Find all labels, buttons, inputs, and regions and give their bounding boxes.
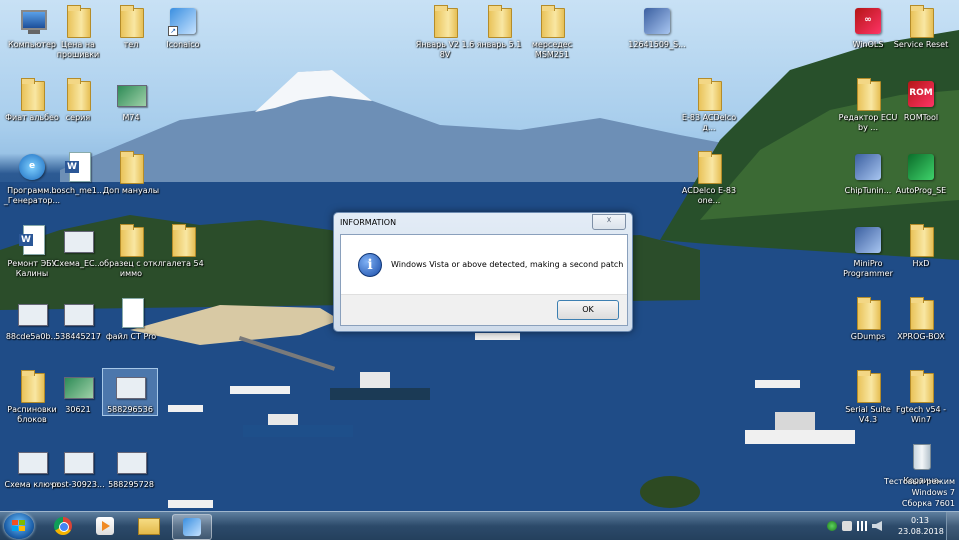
boat-6: [168, 405, 203, 412]
folder-icon: [166, 223, 200, 257]
folder-icon: [851, 296, 885, 330]
folder-icon: [851, 77, 885, 111]
folder-icon: [61, 4, 95, 38]
folder-icon: [904, 4, 938, 38]
romtool-icon: ROM: [904, 77, 938, 111]
taskbar-chrome[interactable]: [44, 514, 82, 538]
windows-logo-icon: [12, 520, 26, 532]
desktop-icon-588296536[interactable]: 588296536: [102, 368, 158, 416]
boat-7: [475, 333, 520, 340]
image-icon: [113, 369, 147, 403]
watermark-line-1: Тестовый режим: [884, 477, 955, 486]
folder-icon: [482, 4, 516, 38]
usb-tray-icon[interactable]: [842, 521, 852, 531]
media-player-icon: [96, 517, 114, 535]
image-icon: [15, 296, 49, 330]
folder-icon: [535, 4, 569, 38]
image-icon: [61, 444, 95, 478]
desktop-icon-e83-acdelco[interactable]: E-83 ACDelco д...: [677, 77, 741, 133]
folder-icon: [904, 223, 938, 257]
recycle-bin-icon: [904, 440, 938, 474]
dialog-footer: OK: [341, 294, 627, 325]
folder-icon: [904, 369, 938, 403]
security-tray-icon[interactable]: [827, 521, 837, 531]
folder-icon: [15, 369, 49, 403]
boat-4: [230, 386, 290, 394]
dialog-message: Windows Vista or above detected, making …: [391, 260, 624, 269]
document-icon: [114, 296, 148, 330]
taskbar: 0:13 23.08.2018: [0, 511, 959, 540]
dialog-title: INFORMATION: [340, 218, 397, 227]
desktop-icon-service-reset[interactable]: Service Reset: [889, 4, 953, 50]
desktop-icon-m74[interactable]: M74: [99, 77, 163, 123]
folder-icon: [61, 77, 95, 111]
folder-icon: [138, 518, 160, 535]
taskbar-iconaico[interactable]: [172, 514, 212, 540]
boat-8: [168, 500, 213, 508]
rocks: [640, 476, 700, 508]
volume-icon[interactable]: [872, 521, 882, 531]
folder-icon: [114, 223, 148, 257]
test-mode-watermark: Тестовый режим Windows 7 Сборка 7601: [884, 476, 955, 509]
image-icon: [114, 444, 148, 478]
ok-button[interactable]: OK: [557, 300, 619, 320]
dialog-body: i Windows Vista or above detected, makin…: [340, 234, 628, 326]
desktop-icon-galeta[interactable]: галета 54: [151, 223, 215, 269]
information-dialog: INFORMATION ☓ i Windows Vista or above d…: [333, 212, 633, 332]
folder-icon: [692, 150, 726, 184]
desktop-icon-acdelco-e83[interactable]: ACDelco E-83 one...: [677, 150, 741, 206]
folder-icon: [692, 77, 726, 111]
watermark-line-3: Сборка 7601: [901, 499, 955, 508]
desktop-icon-fgtech[interactable]: Fgtech v54 - Win7: [889, 369, 953, 425]
word-document-icon: W: [61, 150, 95, 184]
chip-icon: [851, 223, 885, 257]
taskbar-media-player[interactable]: [86, 514, 124, 538]
desktop-icon-autoprog[interactable]: AutoProg_SE: [889, 150, 953, 196]
folder-icon: [851, 369, 885, 403]
clock-date: 23.08.2018: [898, 527, 944, 536]
system-clock[interactable]: 0:13 23.08.2018: [898, 515, 944, 537]
desktop-icon-xprog-box[interactable]: XPROG-BOX: [889, 296, 953, 342]
start-button[interactable]: [4, 513, 34, 539]
mountain-range: [60, 70, 760, 185]
image-icon: [61, 296, 95, 330]
image-icon: [114, 77, 148, 111]
show-desktop-button[interactable]: [946, 512, 959, 540]
folder-icon: [114, 4, 148, 38]
chip-icon: [640, 4, 674, 38]
close-icon: ☓: [606, 216, 612, 226]
chip-icon: [851, 150, 885, 184]
iconaico-icon: ↗: [166, 4, 200, 38]
info-icon: i: [358, 253, 382, 277]
desktop-icon-romtool[interactable]: ROM ROMTool: [889, 77, 953, 123]
word-document-icon: W: [15, 223, 49, 257]
folder-icon: [114, 150, 148, 184]
taskbar-explorer[interactable]: [129, 514, 167, 538]
internet-explorer-icon: e: [15, 150, 49, 184]
image-icon: [61, 223, 95, 257]
folder-icon: [428, 4, 462, 38]
image-icon: [15, 444, 49, 478]
iconaico-icon: [183, 518, 201, 536]
boat-5: [755, 380, 800, 388]
network-signal-icon[interactable]: [857, 521, 867, 531]
desktop-icon-iconaico[interactable]: ↗ Iconaico: [151, 4, 215, 50]
close-button[interactable]: ☓: [592, 214, 626, 230]
desktop-icon-dop-manuals[interactable]: Доп мануалы: [99, 150, 163, 196]
clock-time: 0:13: [911, 516, 929, 525]
desktop-icon-30621[interactable]: 30621: [46, 369, 110, 415]
autoprog-icon: [904, 150, 938, 184]
folder-icon: [15, 77, 49, 111]
winols-icon: ∞: [851, 4, 885, 38]
folder-icon: [904, 296, 938, 330]
computer-icon: [15, 4, 49, 38]
desktop-icon-file-ct-pro[interactable]: файл CT Pro: [99, 296, 163, 342]
chrome-icon: [54, 517, 72, 535]
desktop-icon-chip-12641509[interactable]: 12641509_S...: [625, 4, 689, 50]
image-icon: [61, 369, 95, 403]
desktop-icon-588295728[interactable]: 588295728: [99, 444, 163, 490]
desktop-icon-hxd[interactable]: HxD: [889, 223, 953, 269]
watermark-line-2: Windows 7: [911, 488, 955, 497]
desktop-icon-mercedes[interactable]: мерседес MSM251: [520, 4, 584, 60]
